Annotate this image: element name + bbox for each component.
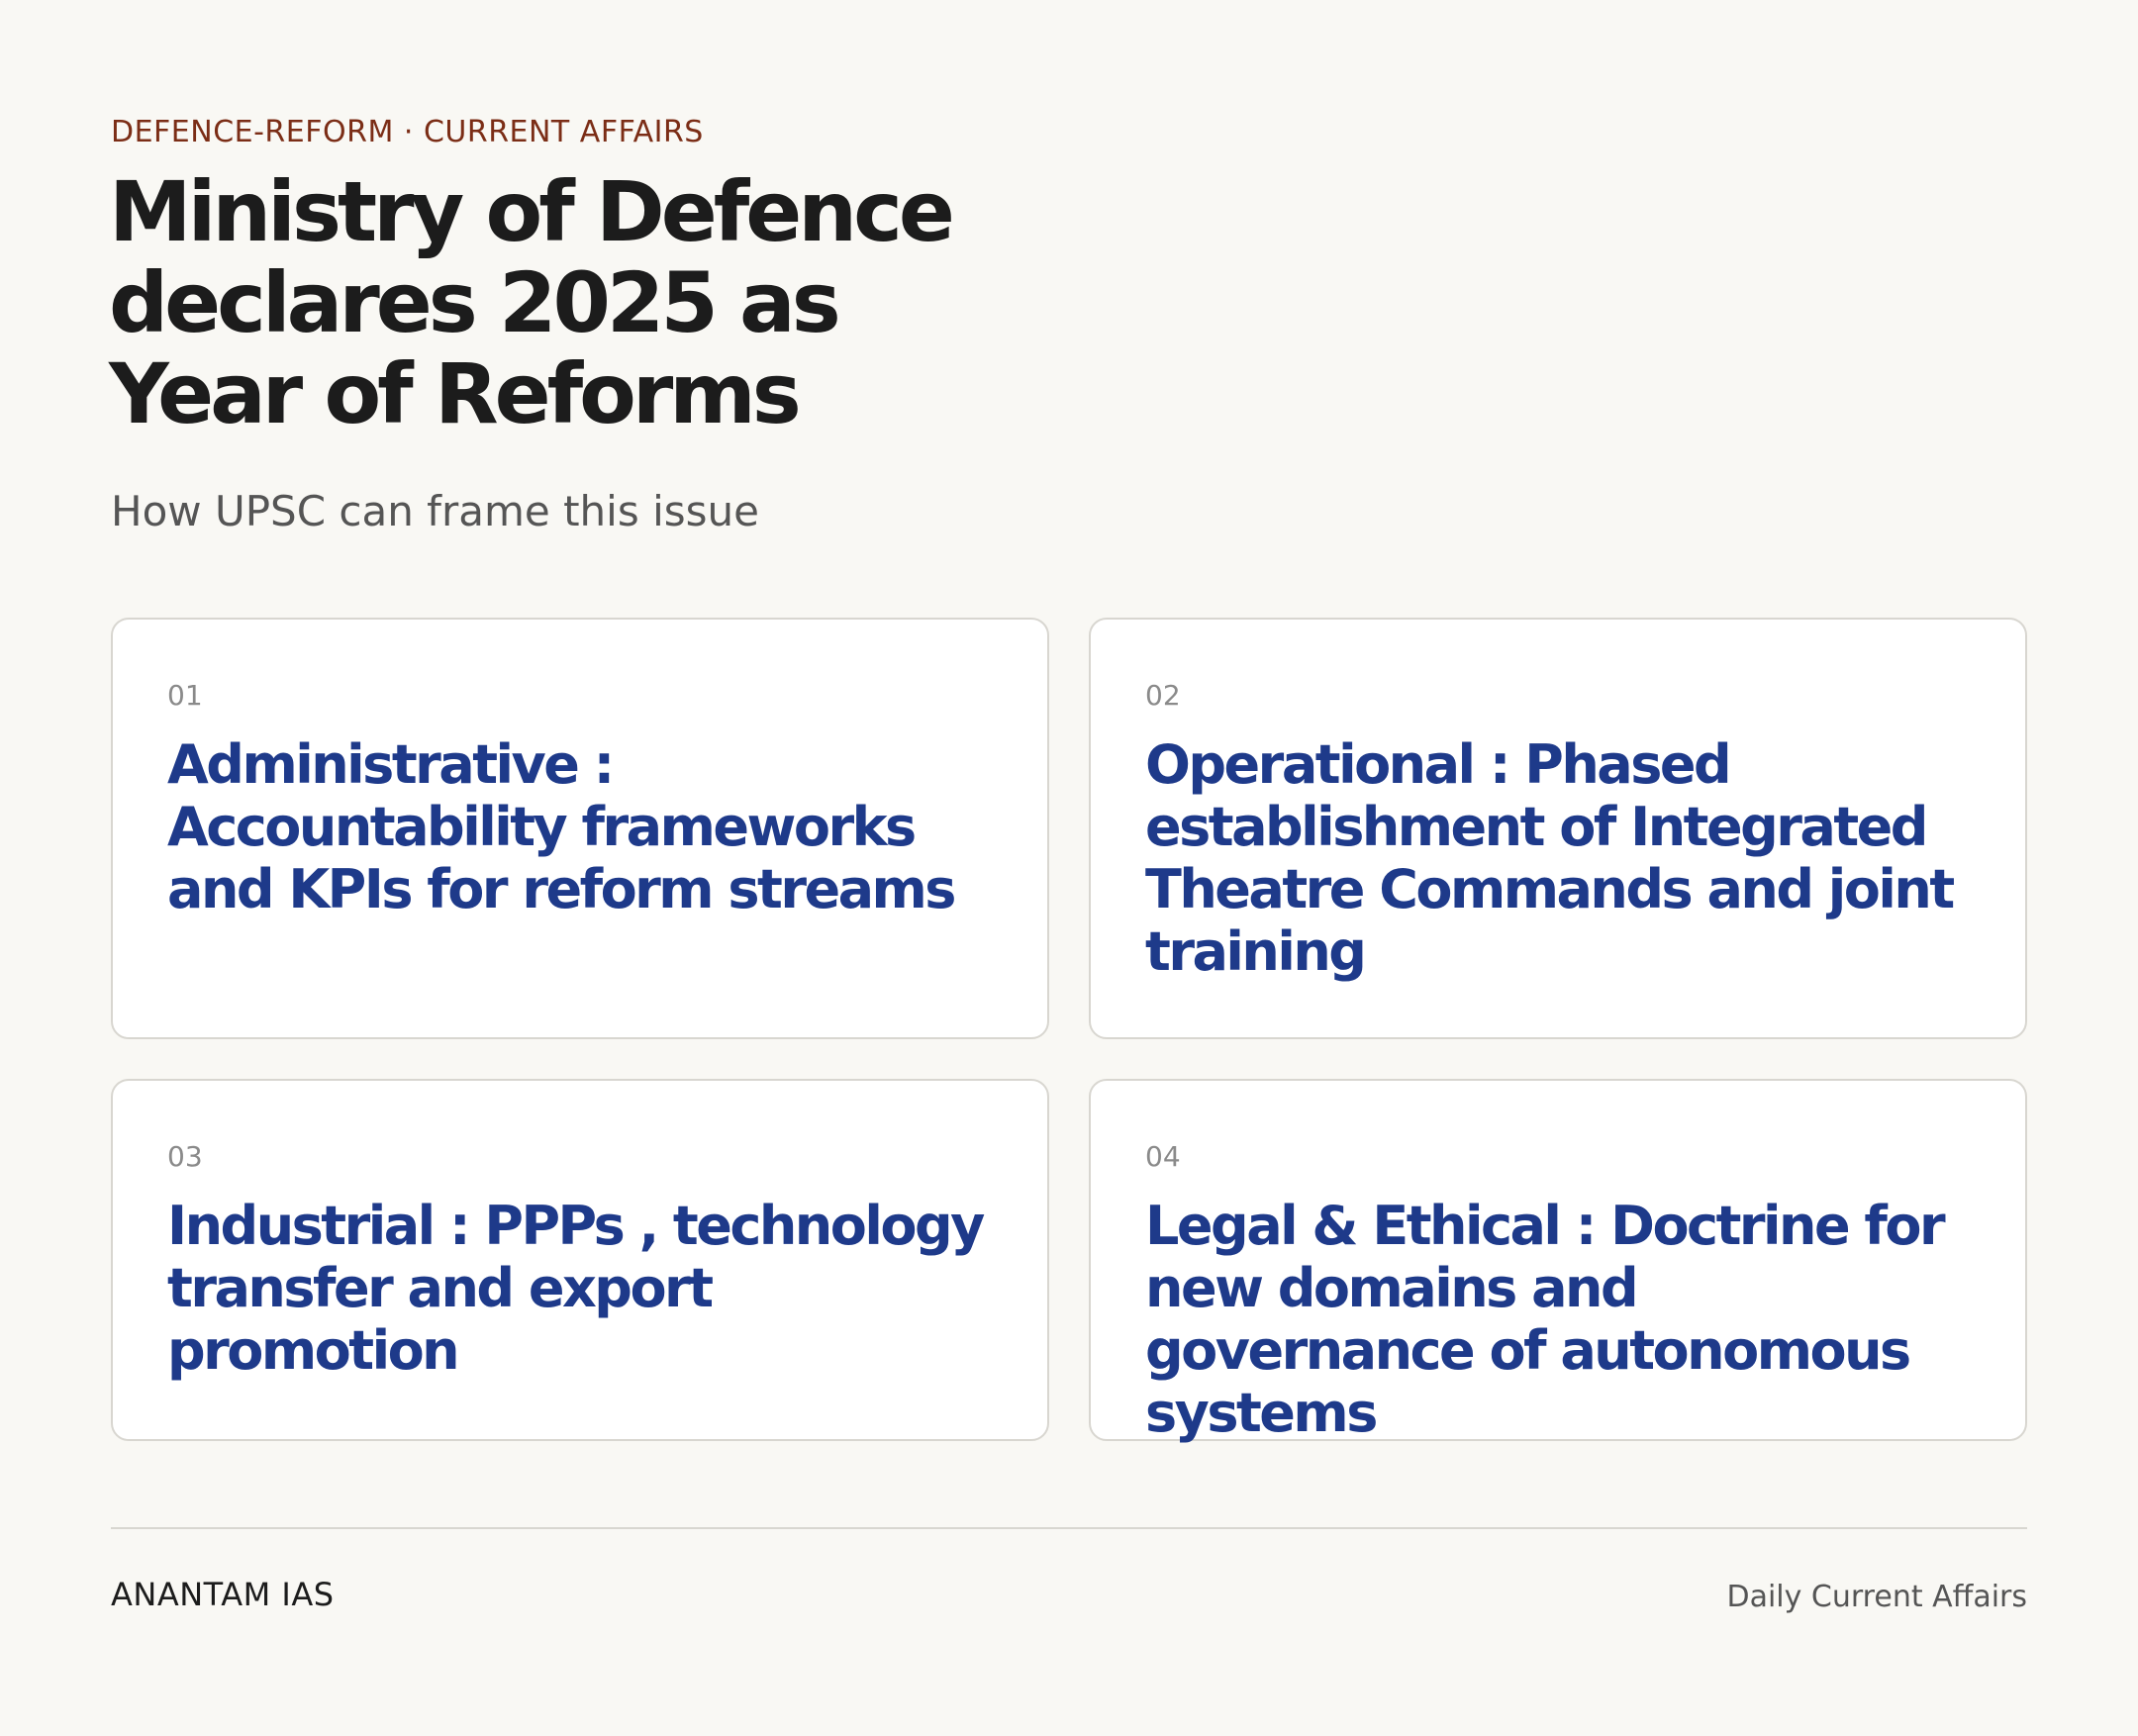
- card-legal-ethical: 04 Legal & Ethical : Doctrine for new do…: [1089, 1079, 2027, 1444]
- footer-divider: [111, 1527, 2027, 1529]
- category-kicker: DEFENCE-REFORM · CURRENT AFFAIRS: [111, 115, 704, 149]
- card-title: Administrative : Accountability framewor…: [167, 733, 956, 920]
- page-subtitle: How UPSC can frame this issue: [111, 487, 759, 535]
- card-number: 01: [167, 679, 203, 712]
- page-title: Ministry of Defence declares 2025 as Yea…: [109, 163, 955, 442]
- card-number: 04: [1145, 1140, 1181, 1173]
- card-title: Industrial : PPPs , technology transfer …: [167, 1195, 985, 1382]
- card-operational: 02 Operational : Phased establishment of…: [1089, 618, 2027, 1039]
- footer-tagline: Daily Current Affairs: [1726, 1580, 2027, 1614]
- brand-name: ANANTAM IAS: [111, 1576, 335, 1613]
- card-industrial: 03 Industrial : PPPs , technology transf…: [111, 1079, 1049, 1441]
- card-title: Operational : Phased establishment of In…: [1145, 733, 1955, 983]
- card-number: 03: [167, 1140, 203, 1173]
- card-title: Legal & Ethical : Doctrine for new domai…: [1145, 1195, 1946, 1444]
- card-number: 02: [1145, 679, 1181, 712]
- card-administrative: 01 Administrative : Accountability frame…: [111, 618, 1049, 1039]
